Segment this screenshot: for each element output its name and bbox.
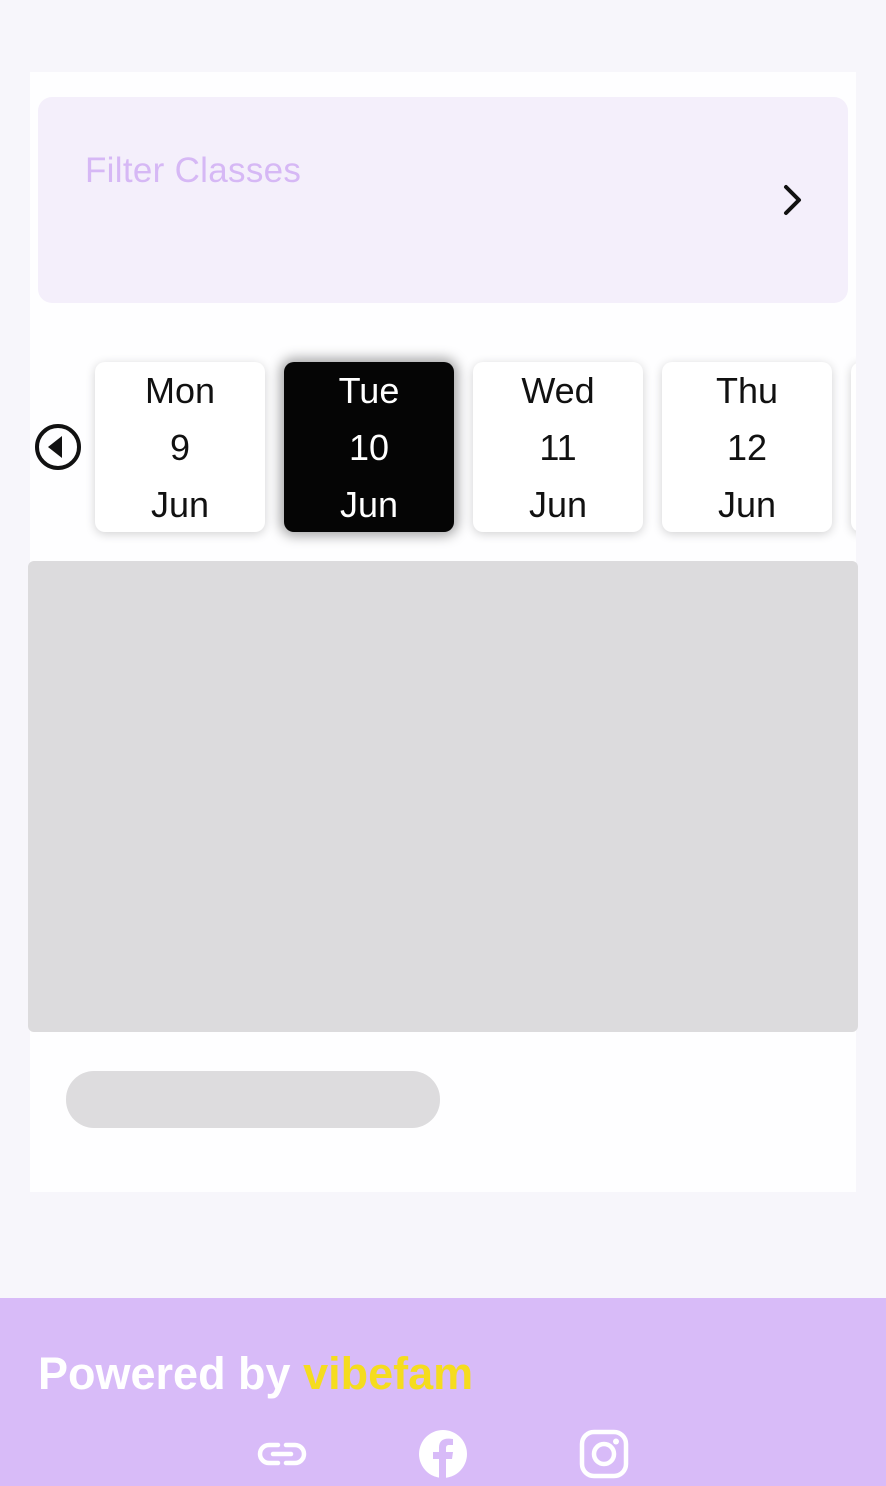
- day-number: 12: [726, 426, 768, 468]
- circle-arrow-left-icon[interactable]: [33, 422, 83, 472]
- day-month: Jun: [339, 483, 399, 525]
- day-card-wed[interactable]: Wed 11 Jun: [473, 362, 643, 532]
- filter-classes-label: Filter Classes: [85, 151, 302, 190]
- day-number: 10: [348, 426, 390, 468]
- day-card-thu[interactable]: Thu 12 Jun: [662, 362, 832, 532]
- day-weekday: Thu: [715, 369, 779, 411]
- day-weekday: Wed: [521, 369, 595, 411]
- date-selector: Mon 9 Jun Tue 10 Jun Wed 11 Jun Thu 12 J…: [30, 338, 856, 558]
- instagram-icon[interactable]: [578, 1428, 630, 1480]
- day-weekday: Mon: [144, 369, 216, 411]
- day-weekday: Tue: [338, 369, 400, 411]
- filter-classes-button[interactable]: Filter Classes: [38, 97, 848, 303]
- day-month: Jun: [717, 483, 777, 525]
- day-number: 11: [539, 426, 577, 468]
- link-icon[interactable]: [256, 1428, 308, 1480]
- brand-name: vibefam: [303, 1348, 474, 1399]
- content-loading-placeholder: [28, 561, 858, 1032]
- day-card-tue-selected[interactable]: Tue 10 Jun: [284, 362, 454, 532]
- footer: Powered by vibefam: [0, 1298, 886, 1486]
- powered-by-text: Powered by vibefam: [38, 1348, 473, 1400]
- day-month: Jun: [528, 483, 588, 525]
- day-card-mon[interactable]: Mon 9 Jun: [95, 362, 265, 532]
- text-loading-placeholder: [66, 1071, 440, 1128]
- day-month: Jun: [150, 483, 210, 525]
- day-card-next-partial[interactable]: [851, 362, 856, 532]
- powered-by-label: Powered by: [38, 1348, 304, 1399]
- day-number: 9: [169, 426, 191, 468]
- chevron-right-icon: [784, 185, 801, 215]
- facebook-icon[interactable]: [417, 1428, 469, 1480]
